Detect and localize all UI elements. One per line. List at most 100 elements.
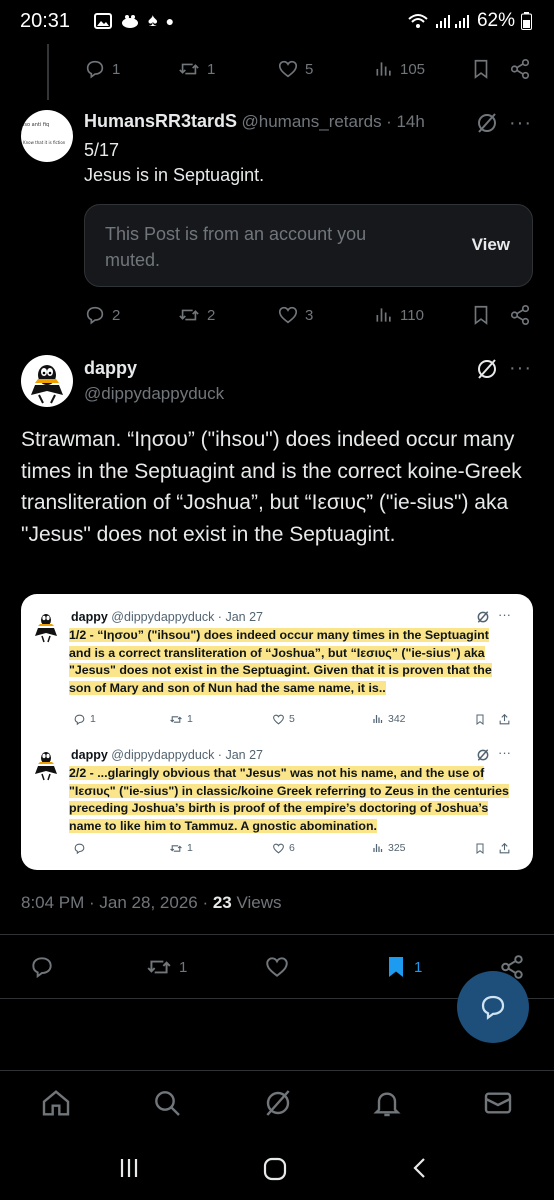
author-name[interactable]: HumansRR3tardS [84,111,237,131]
app-notification-icon [122,14,138,28]
like-icon: 6 [272,842,295,855]
signal-icon [435,15,469,28]
battery-icon [521,12,532,30]
reply-icon [73,842,90,855]
duck-avatar-icon [31,365,63,404]
muted-message: This Post is from an account you muted. [105,224,367,270]
avatar[interactable] [21,355,73,407]
attached-image[interactable]: dappy @dippydappyduck · Jan 27 ··· 1/2 -… [21,594,533,870]
reply-icon: 1 [73,713,96,726]
more-icon: ··· [498,607,511,622]
views-count: 23 [212,893,232,912]
reply-icon [86,60,104,79]
quoted-actions: 1 1 5 342 [69,710,513,728]
grok-icon[interactable] [475,111,499,135]
reply-icon [86,306,104,325]
quoted-text: 1/2 - “Ιησου” ("ihsou") does indeed occu… [69,628,492,695]
share-icon[interactable] [509,58,531,80]
duck-avatar-icon [35,614,57,643]
views-button[interactable]: 110 [374,305,424,325]
bookmark-button[interactable]: 1 [384,954,422,980]
avatar[interactable]: lso anti fiq Know that it is fiction [21,110,73,162]
status-time: 20:31 [20,10,71,32]
reply-button[interactable]: 1 [84,58,120,80]
divider [0,934,554,935]
repost-icon: 1 [169,713,193,726]
bookmark-icon [389,957,403,977]
views-button[interactable]: 105 [374,59,425,79]
mail-icon[interactable] [482,1087,514,1119]
bookmark-icon [476,843,484,854]
status-bar: 20:31 ♠ ● 62% [0,0,554,44]
thread-counter: 5/17 [84,140,120,160]
quoted-tweet-2: dappy @dippydappyduck · Jan 27 ··· 2/2 -… [21,745,533,868]
status-right: 62% [407,10,532,32]
wifi-icon [408,14,428,28]
system-nav-bar [0,1136,554,1200]
bookmark-icon [476,714,484,725]
compose-reply-button[interactable] [457,971,529,1043]
compose-icon [481,995,505,1020]
grok-icon[interactable] [475,357,499,381]
home-icon[interactable] [40,1087,72,1119]
recent-apps-icon[interactable] [117,1156,141,1180]
views-icon [376,62,391,76]
bottom-nav [0,1070,554,1136]
share-icon [499,713,510,724]
author-name[interactable]: dappy [84,358,137,379]
thread-line [47,44,49,100]
repost-icon [147,960,171,974]
repost-button[interactable]: 1 [177,58,215,80]
repost-icon [179,309,199,321]
grok-icon [477,611,489,623]
muted-post-notice: This Post is from an account you muted. … [84,204,533,287]
views-icon: 325 [372,842,406,854]
back-icon[interactable] [408,1156,432,1180]
bookmark-icon[interactable] [470,304,492,326]
like-icon: 5 [272,713,295,726]
author-handle[interactable]: @dippydappyduck [84,384,224,404]
reply-button[interactable]: 2 [84,304,120,326]
quoted-actions: 1 6 325 [69,839,513,857]
dot-icon: ● [165,12,175,29]
repost-button[interactable]: 1 [145,954,187,980]
more-icon: ··· [498,745,511,760]
like-icon [278,306,298,324]
more-icon[interactable]: ··· [509,112,532,135]
views-icon: 342 [372,713,406,725]
like-button[interactable] [264,954,290,980]
reply-text: Jesus is in Septuagint. [84,165,265,185]
like-icon [278,60,298,78]
reply-button[interactable] [29,954,55,980]
tweet-timestamp: 8:04 PM · Jan 28, 2026 · 23 Views [21,893,282,912]
like-button[interactable]: 5 [277,58,313,80]
search-icon[interactable] [151,1087,183,1119]
author-handle[interactable]: @humans_retards [242,112,382,131]
like-icon [266,957,288,977]
previous-tweet-actions: 1 1 5 105 [84,54,534,84]
reply-header: HumansRR3tardS @humans_retards · 14h [84,111,425,132]
gallery-icon [94,12,112,29]
reply-tweet-actions: 2 2 3 110 [84,300,534,330]
quoted-author: dappy @dippydappyduck · Jan 27 [71,610,263,624]
duck-avatar-icon [35,752,57,781]
view-button[interactable]: View [472,235,510,255]
grok-icon[interactable] [262,1087,294,1119]
repost-button[interactable]: 2 [177,304,215,326]
more-icon[interactable]: ··· [509,357,532,380]
reply-icon [32,957,52,979]
bell-icon[interactable] [371,1087,403,1119]
grok-icon [477,749,489,761]
time-ago: · 14h [386,112,425,131]
share-icon[interactable] [509,304,531,326]
main-tweet-text: Strawman. “Ιησου” ("ihsou") does indeed … [21,428,522,546]
quoted-author: dappy @dippydappyduck · Jan 27 [71,748,263,762]
quoted-text: 2/2 - ...glaringly obvious that "Jesus" … [69,766,509,833]
home-button-icon[interactable] [262,1156,288,1182]
spade-icon: ♠ [148,10,158,30]
repost-icon: 1 [169,842,193,855]
battery-percent: 62% [476,10,515,31]
like-button[interactable]: 3 [277,304,313,326]
share-icon [499,842,510,853]
bookmark-icon[interactable] [470,58,492,80]
